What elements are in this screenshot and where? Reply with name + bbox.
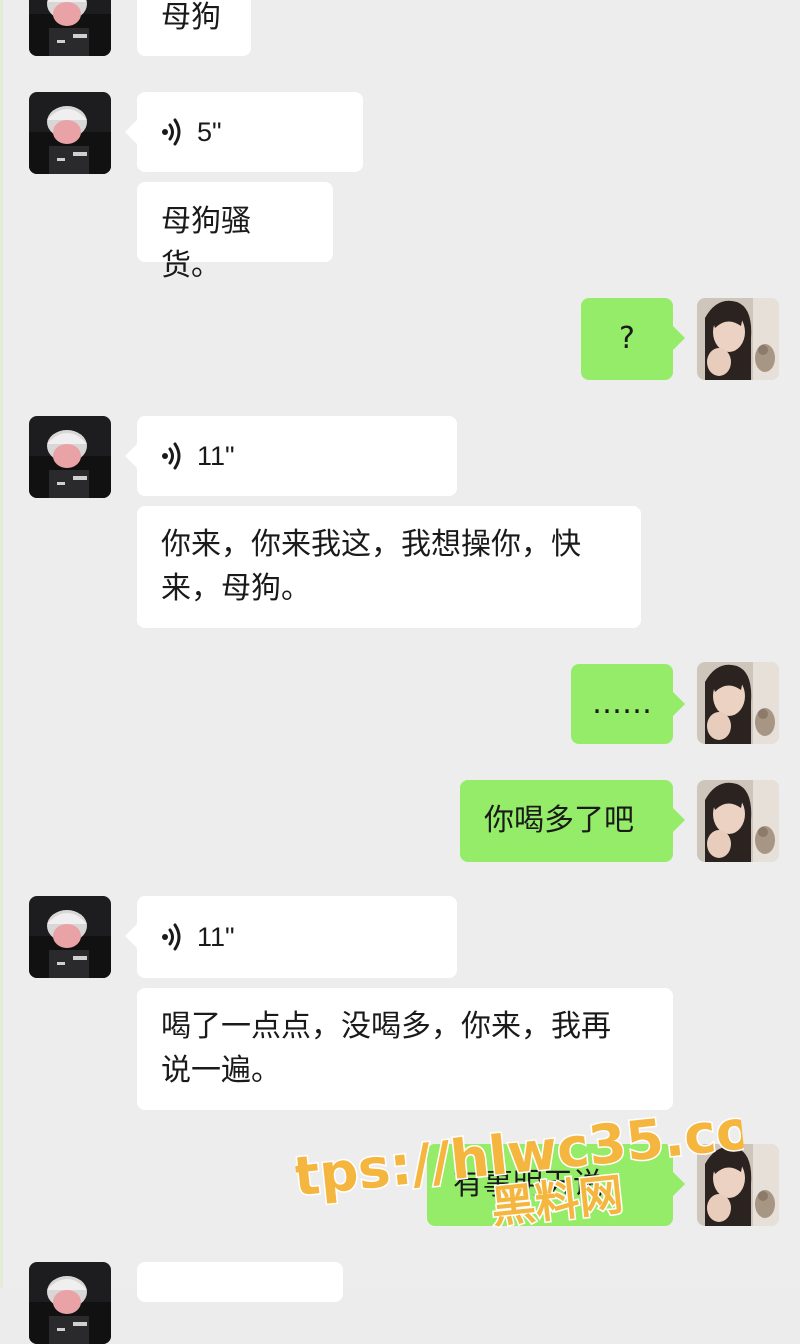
voice-duration: 5": [197, 117, 222, 147]
voice-message-bubble[interactable]: 11": [125, 896, 457, 978]
sender-avatar[interactable]: [29, 0, 111, 56]
message-text: 你来，你来我这，我想操你，快 来，母狗。: [161, 527, 581, 606]
sender-avatar[interactable]: [29, 1262, 111, 1344]
message-text: 母狗骚货。: [161, 204, 251, 283]
message-text: ……: [592, 686, 652, 721]
message-text: 喝了一点点，没喝多，你来，我再 说一遍。: [161, 1009, 611, 1088]
message-text: ?: [619, 321, 635, 356]
receiver-avatar[interactable]: [697, 780, 779, 862]
voice-message-bubble[interactable]: 11": [125, 416, 457, 496]
message-bubble-incoming[interactable]: 你来，你来我这，我想操你，快 来，母狗。: [137, 506, 641, 628]
message-bubble-incoming[interactable]: 母狗骚货。: [137, 182, 333, 283]
voice-duration: 11": [197, 922, 235, 952]
sender-avatar[interactable]: [29, 896, 111, 978]
message-bubble-outgoing[interactable]: ?: [581, 298, 685, 380]
voice-wave-icon: [161, 117, 183, 147]
chat-screen: 母狗 5" 母狗骚货。 ? 11" 你来，你来我这，我想操你，快 来，母狗。 ……: [0, 0, 800, 1288]
voice-message-bubble[interactable]: 5": [125, 92, 363, 172]
voice-wave-icon: [161, 441, 183, 471]
message-bubble-outgoing[interactable]: ……: [571, 664, 685, 744]
voice-wave-icon: [161, 922, 183, 952]
message-bubble-incoming[interactable]: 喝了一点点，没喝多，你来，我再 说一遍。: [137, 988, 673, 1110]
message-bubble-outgoing[interactable]: 你喝多了吧: [460, 780, 685, 862]
message-bubble-incoming[interactable]: 母狗: [137, 0, 251, 56]
receiver-avatar[interactable]: [697, 662, 779, 744]
voice-duration: 11": [197, 441, 235, 471]
sender-avatar[interactable]: [29, 92, 111, 174]
message-text: 你喝多了吧: [484, 803, 634, 838]
message-text: 母狗: [161, 0, 221, 35]
sender-avatar[interactable]: [29, 416, 111, 498]
message-bubble-incoming[interactable]: [137, 1262, 343, 1302]
receiver-avatar[interactable]: [697, 298, 779, 380]
